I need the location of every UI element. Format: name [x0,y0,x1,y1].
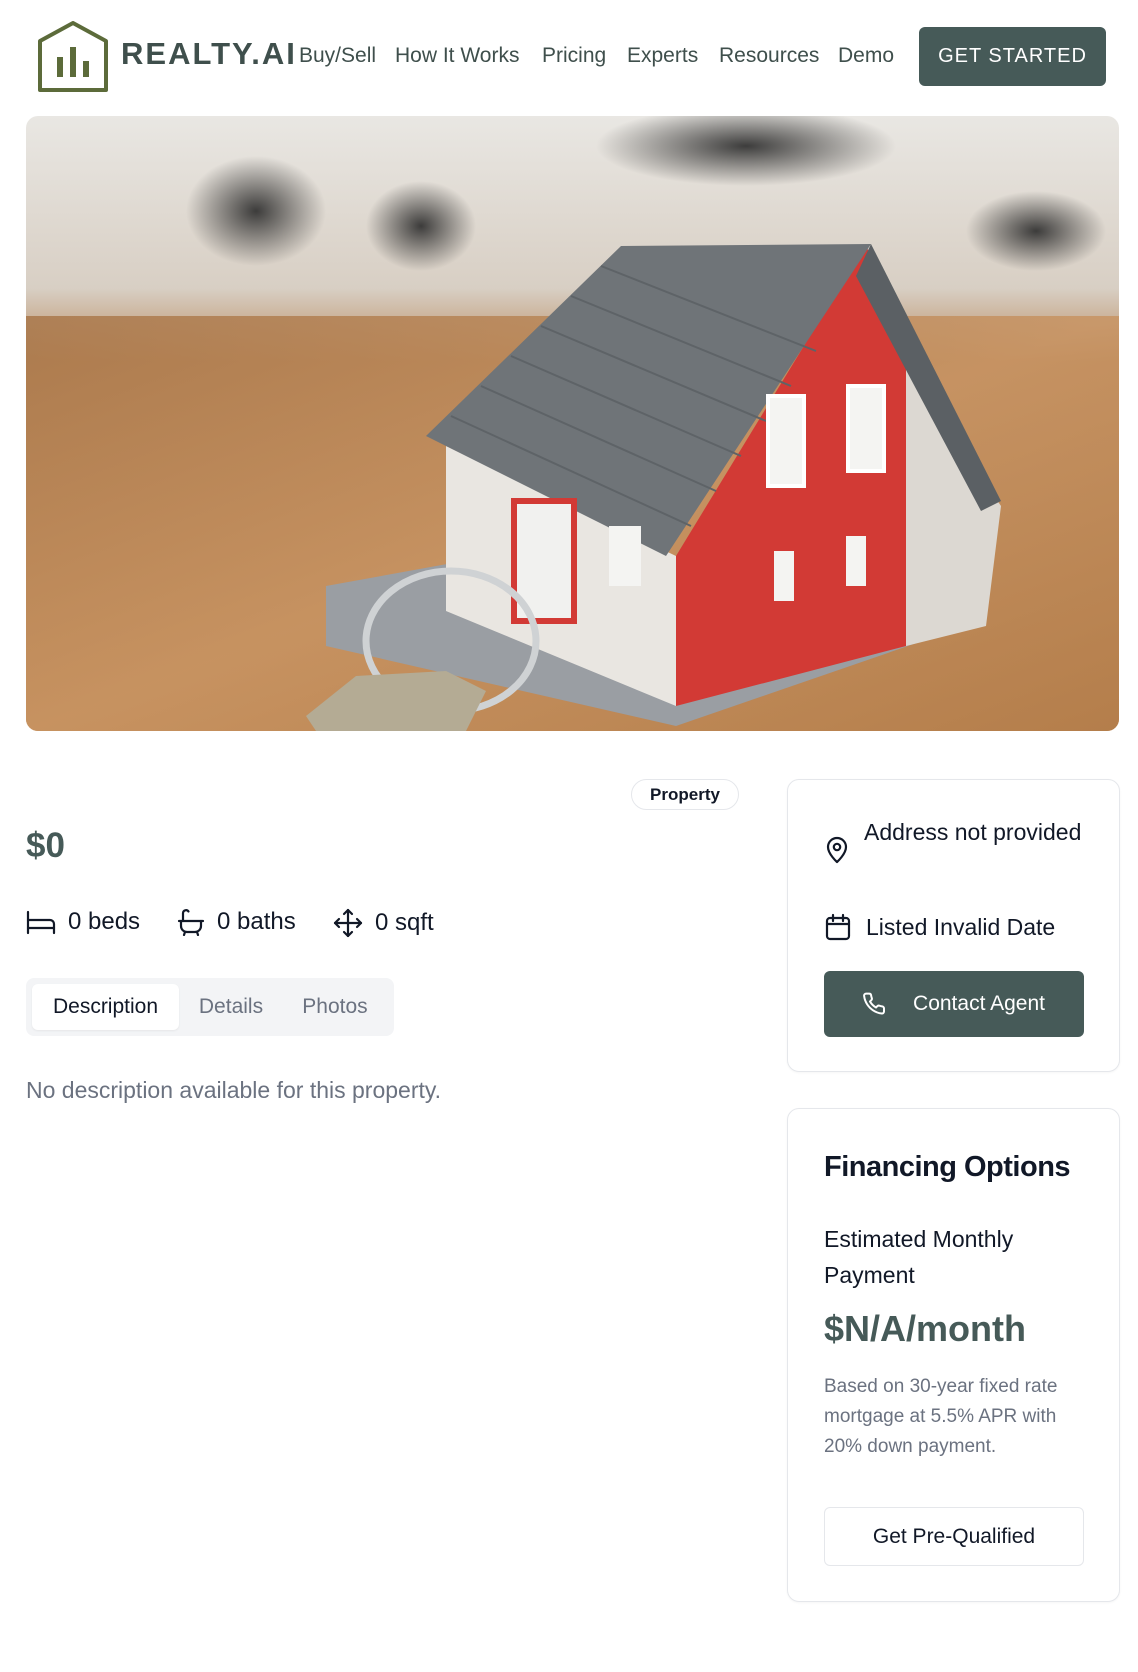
property-price: $0 [26,826,65,865]
nav-experts[interactable]: Experts [627,44,698,68]
contact-agent-button[interactable]: Contact Agent [824,971,1084,1037]
tab-details[interactable]: Details [179,984,283,1030]
nav-buy-sell[interactable]: Buy/Sell [299,44,376,68]
nav-how-it-works[interactable]: How It Works [395,44,519,68]
sqft-label: 0 sqft [375,909,434,936]
listed-row: Listed Invalid Date [824,909,1055,945]
address-row: Address not provided [824,814,1094,864]
property-type-badge: Property [631,779,739,810]
beds-label: 0 beds [68,908,141,935]
property-tabs: Description Details Photos [26,978,394,1036]
sqft-stat: 0 sqft [333,908,434,938]
property-description: No description available for this proper… [26,1077,442,1103]
nav-resources[interactable]: Resources [719,44,819,68]
hero-image [26,116,1119,731]
financing-subtitle: Estimated Monthly Payment [824,1226,1014,1288]
beds-stat: 0 beds [26,908,140,936]
monthly-payment-amount: $N/A/month [824,1308,1026,1349]
site-header: REALTY.AI Buy/Sell How It Works Pricing … [0,0,1138,115]
tab-photos[interactable]: Photos [283,984,387,1030]
address-text: Address not provided [864,819,1082,845]
calendar-icon [825,913,851,941]
financing-card: Financing Options Estimated Monthly Paym… [787,1108,1120,1602]
move-icon [333,908,363,938]
baths-stat: 0 baths [177,908,296,936]
contact-agent-label: Contact Agent [913,992,1045,1015]
nav-demo[interactable]: Demo [838,44,894,68]
listed-date-text: Listed Invalid Date [866,914,1056,940]
tab-description[interactable]: Description [32,984,179,1030]
property-stats: 0 beds 0 baths 0 sqft [26,908,726,942]
nav-pricing[interactable]: Pricing [542,44,606,68]
map-pin-icon [826,836,848,864]
bath-icon [177,909,205,936]
baths-label: 0 baths [217,908,296,935]
get-pre-qualified-button[interactable]: Get Pre-Qualified [824,1507,1084,1566]
get-started-button[interactable]: GET STARTED [919,27,1106,86]
house-photo [26,116,1119,731]
financing-note: Based on 30-year fixed rate mortgage at … [824,1376,1058,1457]
contact-card: Address not provided Listed Invalid Date… [787,779,1120,1072]
bed-icon [26,910,56,935]
financing-title: Financing Options [824,1151,1071,1183]
phone-icon [863,992,886,1015]
